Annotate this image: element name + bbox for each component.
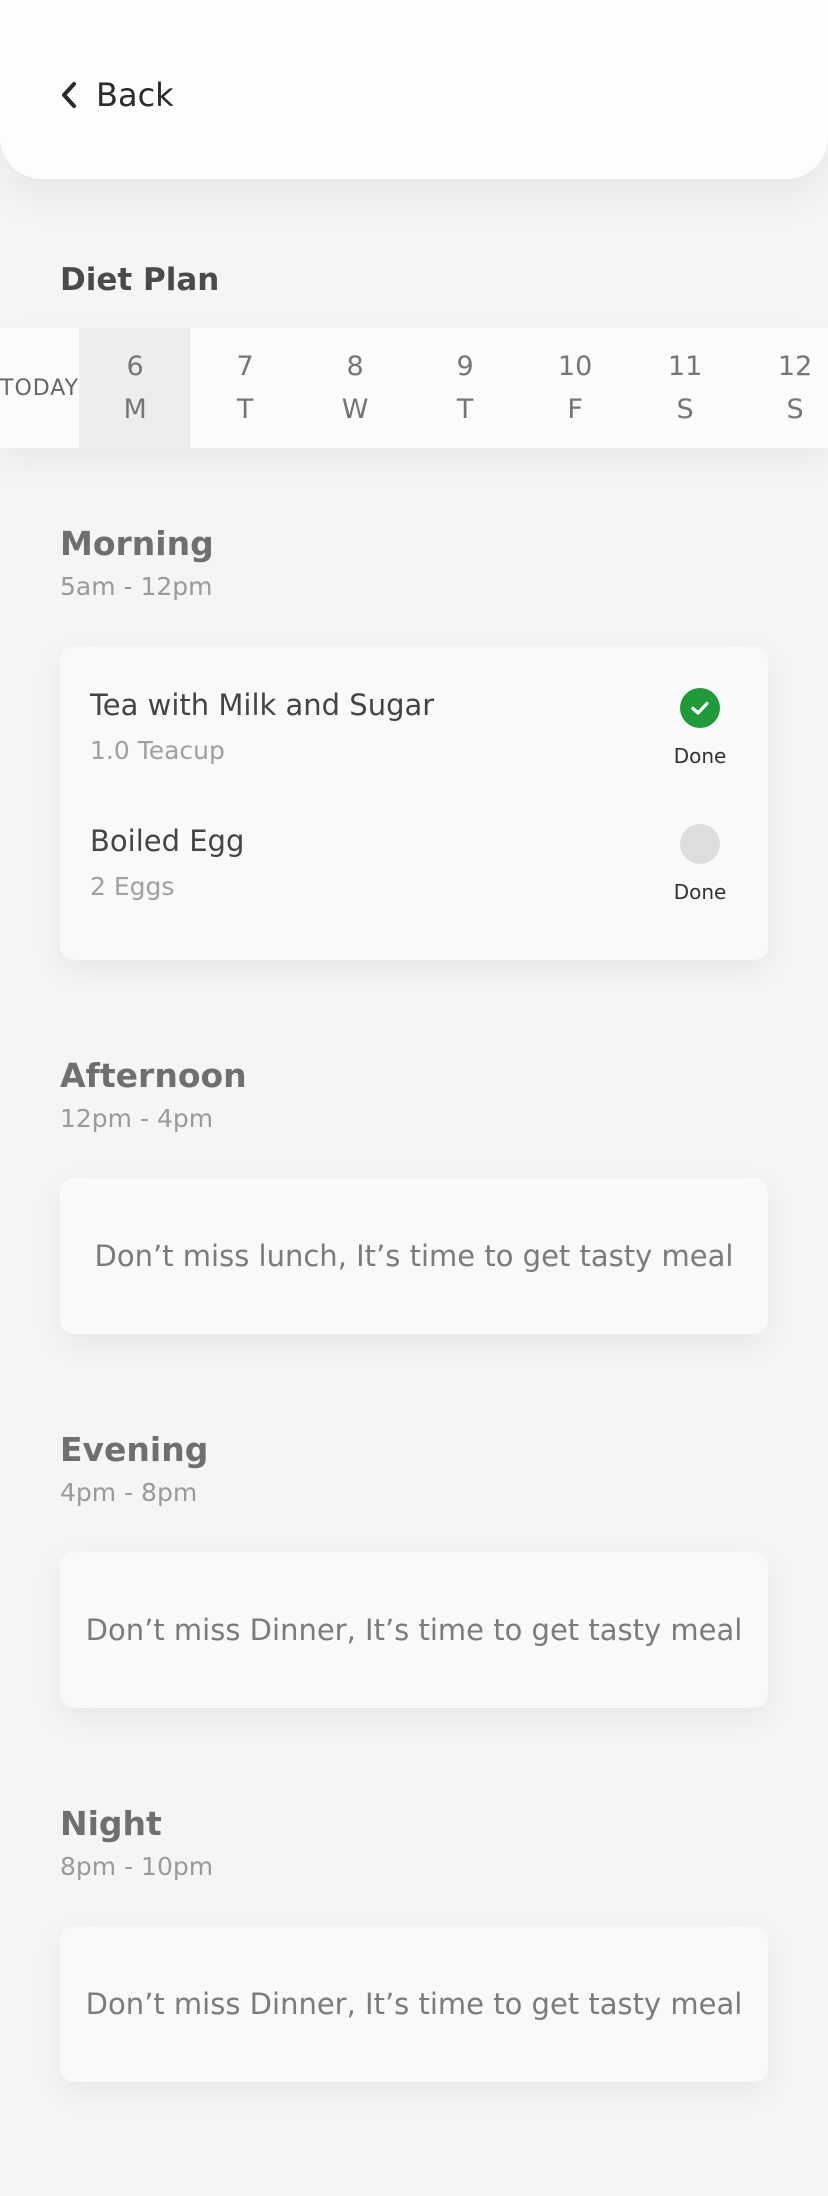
day-weekday: W xyxy=(341,394,369,425)
day-8[interactable]: 8 W xyxy=(300,328,410,448)
reminder-message: Don’t miss lunch, It’s time to get tasty… xyxy=(94,1239,734,1273)
day-date: 9 xyxy=(456,351,474,382)
section-title-evening: Evening xyxy=(60,1430,209,1469)
unchecked-circle-icon xyxy=(680,824,720,864)
day-weekday: F xyxy=(567,394,583,425)
section-time-evening: 4pm - 8pm xyxy=(60,1478,198,1507)
reminder-card-night: Don’t miss Dinner, It’s time to get tast… xyxy=(60,1926,768,2082)
day-date: 11 xyxy=(667,351,703,382)
done-label: Done xyxy=(673,880,727,904)
reminder-card-afternoon: Don’t miss lunch, It’s time to get tasty… xyxy=(60,1178,768,1334)
day-11[interactable]: 11 S xyxy=(630,328,740,448)
reminder-message: Don’t miss Dinner, It’s time to get tast… xyxy=(85,1987,743,2021)
day-date: 10 xyxy=(557,351,593,382)
day-12[interactable]: 12 S xyxy=(740,328,828,448)
today-button[interactable]: TODAY xyxy=(0,328,81,448)
section-time-morning: 5am - 12pm xyxy=(60,572,213,601)
day-weekday: S xyxy=(676,394,694,425)
reminder-message: Don’t miss Dinner, It’s time to get tast… xyxy=(85,1613,743,1647)
date-strip: TODAY 6 M 7 T 8 W 9 T 10 F 11 S 12 S xyxy=(0,328,828,448)
day-6[interactable]: 6 M xyxy=(80,328,191,448)
header-bar: Back xyxy=(0,0,828,179)
day-10[interactable]: 10 F xyxy=(520,328,630,448)
section-time-night: 8pm - 10pm xyxy=(60,1852,214,1881)
page-title: Diet Plan xyxy=(60,262,220,298)
day-weekday: S xyxy=(786,394,804,425)
meal-quantity: 1.0 Teacup xyxy=(90,736,225,765)
day-date: 12 xyxy=(777,351,813,382)
day-weekday: T xyxy=(456,394,474,425)
back-button[interactable]: Back xyxy=(58,76,174,114)
section-time-afternoon: 12pm - 4pm xyxy=(60,1104,214,1133)
done-toggle[interactable]: Done xyxy=(660,688,740,768)
done-label: Done xyxy=(673,744,727,768)
meal-quantity: 2 Eggs xyxy=(90,872,175,901)
day-9[interactable]: 9 T xyxy=(410,328,520,448)
meal-name: Tea with Milk and Sugar xyxy=(90,688,435,722)
day-weekday: T xyxy=(236,394,254,425)
meal-name: Boiled Egg xyxy=(90,824,245,858)
day-7[interactable]: 7 T xyxy=(190,328,300,448)
section-title-morning: Morning xyxy=(60,524,214,563)
reminder-card-evening: Don’t miss Dinner, It’s time to get tast… xyxy=(60,1552,768,1708)
meal-item: Boiled Egg 2 Eggs Done xyxy=(90,824,740,914)
section-title-night: Night xyxy=(60,1804,162,1843)
back-label: Back xyxy=(96,76,174,114)
day-date: 7 xyxy=(236,351,254,382)
chevron-left-icon xyxy=(62,82,76,108)
meal-card-morning: Tea with Milk and Sugar 1.0 Teacup Done … xyxy=(60,646,768,960)
meal-item: Tea with Milk and Sugar 1.0 Teacup Done xyxy=(90,688,740,778)
done-toggle[interactable]: Done xyxy=(660,824,740,904)
section-title-afternoon: Afternoon xyxy=(60,1056,247,1095)
day-date: 6 xyxy=(126,351,144,382)
day-weekday: M xyxy=(123,394,147,425)
checkmark-icon xyxy=(680,688,720,728)
day-date: 8 xyxy=(346,351,364,382)
